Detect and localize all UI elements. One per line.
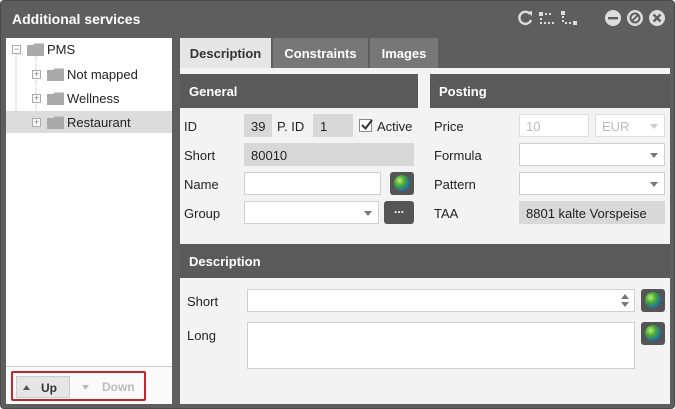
desc-long-textarea[interactable] — [247, 322, 635, 369]
block-icon[interactable] — [626, 9, 644, 27]
arrow-down-icon — [82, 385, 89, 390]
short-code-field: 80010 — [244, 143, 414, 166]
globe-icon — [394, 175, 410, 191]
pid-label: P. ID — [277, 119, 305, 134]
posting-header: Posting — [430, 74, 670, 108]
active-checkbox[interactable] — [359, 119, 373, 132]
down-label: Down — [102, 380, 135, 394]
folder-icon — [47, 92, 64, 105]
up-label: Up — [41, 381, 57, 395]
tab-label: Constraints — [284, 46, 357, 61]
currency-value: EUR — [602, 119, 630, 134]
chevron-down-icon — [364, 211, 372, 216]
spinner-icon[interactable] — [621, 293, 629, 308]
refresh-icon[interactable] — [516, 9, 534, 27]
id-field: 39 — [244, 114, 272, 137]
expand-icon[interactable]: + — [32, 94, 41, 103]
desc-long-translate-button[interactable] — [641, 322, 665, 345]
pid-field: 1 — [313, 114, 353, 137]
tree-label: Not mapped — [67, 67, 138, 82]
additional-services-window: Additional services − PMS + Not mapped +… — [0, 0, 675, 409]
folder-icon — [47, 68, 64, 81]
group-browse-label: ... — [393, 202, 404, 216]
desc-long-label: Long — [187, 328, 216, 343]
tree-footer: Up Down — [6, 366, 172, 404]
tree-panel: − PMS + Not mapped + Wellness + Restaura… — [6, 38, 172, 404]
down-button[interactable]: Down — [76, 376, 142, 398]
tree-item-wellness[interactable]: + Wellness — [6, 87, 172, 109]
taa-value: 8801 kalte Vorspeise — [526, 206, 647, 221]
desc-short-translate-button[interactable] — [641, 289, 665, 312]
tab-description[interactable]: Description — [180, 38, 272, 69]
formula-label: Formula — [434, 148, 482, 163]
window-title: Additional services — [12, 11, 141, 27]
description-panel: General Posting ID 39 P. ID 1 Active Sho… — [180, 68, 670, 404]
group-select[interactable] — [244, 201, 379, 224]
tree-item-not-mapped[interactable]: + Not mapped — [6, 63, 172, 85]
globe-icon — [645, 292, 661, 308]
tab-images[interactable]: Images — [370, 38, 439, 69]
group-label: Group — [184, 206, 221, 221]
title-bar: Additional services — [1, 1, 674, 37]
desc-short-input[interactable] — [247, 289, 635, 312]
chevron-down-icon — [650, 124, 658, 129]
name-translate-button[interactable] — [390, 172, 414, 195]
tab-label: Description — [189, 46, 262, 61]
tree-label: Restaurant — [67, 115, 131, 130]
close-icon[interactable] — [648, 9, 666, 27]
checkmark-icon — [361, 119, 373, 131]
formula-select[interactable] — [519, 143, 665, 166]
minimize-icon[interactable] — [604, 9, 622, 27]
general-heading: General — [189, 84, 238, 99]
tree-label-pms: PMS — [47, 42, 76, 57]
up-button[interactable]: Up — [16, 376, 70, 398]
taa-label: TAA — [434, 206, 459, 221]
description-header: Description — [180, 244, 670, 278]
tree-item-pms[interactable]: − PMS — [6, 38, 172, 60]
folder-icon — [47, 116, 64, 129]
hierarchy-icon[interactable] — [560, 9, 578, 27]
active-label: Active — [377, 119, 413, 134]
name-input[interactable] — [244, 172, 381, 195]
general-header: General — [180, 74, 418, 108]
up-down-group: Up Down — [11, 371, 146, 401]
tab-label: Images — [381, 46, 427, 61]
pattern-select[interactable] — [519, 172, 665, 195]
arrow-up-icon — [23, 385, 30, 390]
chevron-down-icon — [650, 153, 658, 158]
price-label: Price — [434, 119, 464, 134]
id-label: ID — [184, 119, 197, 134]
tree-view-icon[interactable] — [538, 9, 556, 27]
short-code-value: 80010 — [251, 148, 288, 163]
tree-label: Wellness — [67, 91, 120, 106]
pid-value: 1 — [320, 119, 328, 134]
globe-icon — [645, 325, 661, 341]
folder-icon — [27, 43, 44, 56]
expand-icon[interactable]: + — [32, 70, 41, 79]
pattern-label: Pattern — [434, 177, 476, 192]
name-label: Name — [184, 177, 219, 192]
price-input[interactable]: 10 — [519, 114, 589, 137]
tree-item-restaurant[interactable]: + Restaurant — [6, 111, 172, 133]
desc-short-label: Short — [187, 294, 219, 309]
posting-heading: Posting — [439, 84, 487, 99]
description-heading: Description — [189, 254, 261, 269]
short-label: Short — [184, 148, 216, 163]
chevron-down-icon — [650, 182, 658, 187]
group-browse-button[interactable]: ... — [384, 201, 414, 224]
collapse-icon[interactable]: − — [12, 45, 21, 54]
expand-icon[interactable]: + — [32, 118, 41, 127]
currency-select[interactable]: EUR — [595, 114, 665, 137]
price-value: 10 — [526, 119, 541, 134]
taa-field: 8801 kalte Vorspeise — [519, 201, 665, 224]
id-value: 39 — [251, 119, 266, 134]
tab-constraints[interactable]: Constraints — [273, 38, 369, 69]
